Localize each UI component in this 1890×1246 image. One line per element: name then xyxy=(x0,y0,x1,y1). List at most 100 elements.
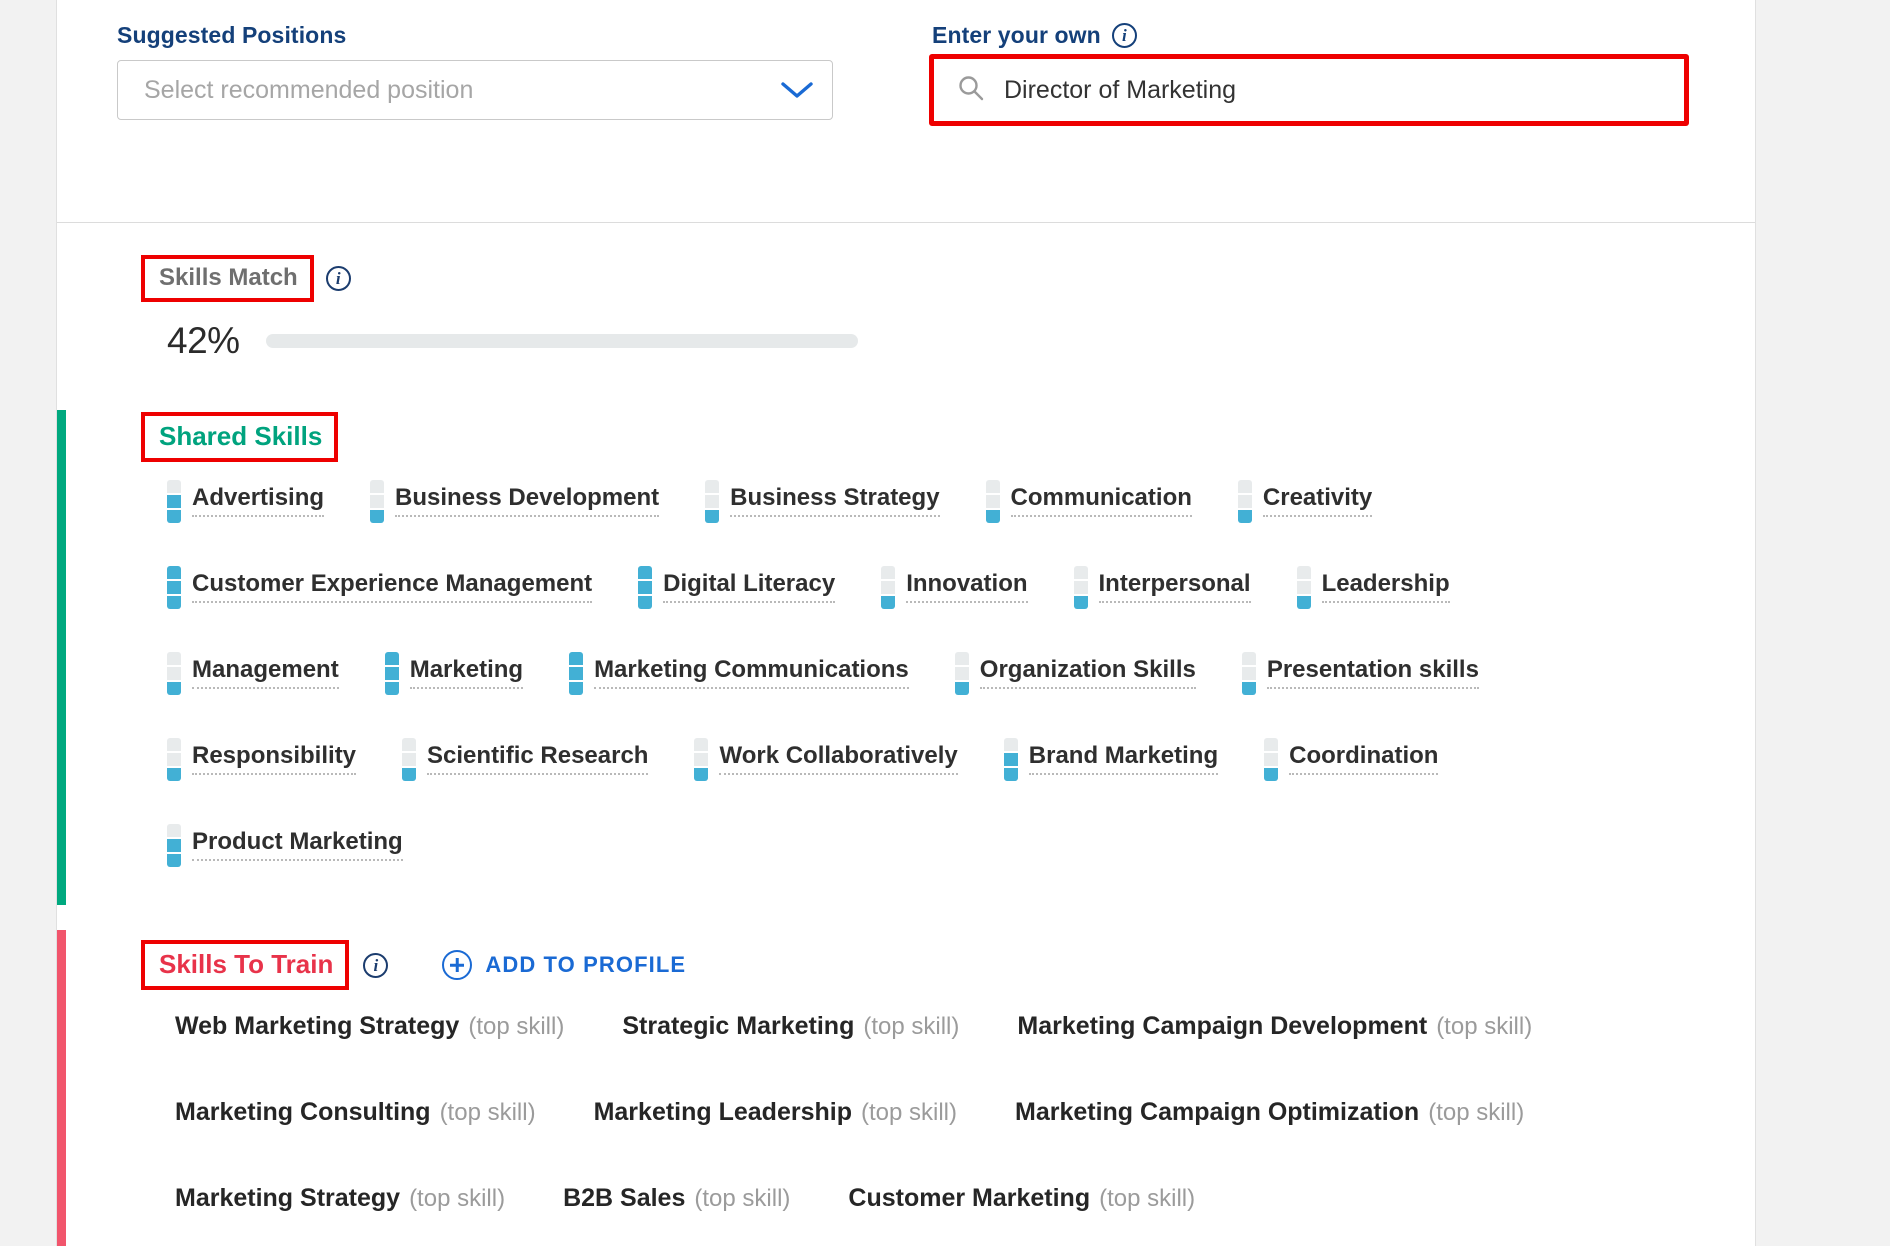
skill-level-segment xyxy=(167,839,181,852)
skill-level-segment xyxy=(638,581,653,594)
skill-to-train-item[interactable]: Marketing Strategy (top skill) xyxy=(175,1184,505,1213)
top-skill-tag: (top skill) xyxy=(1428,1099,1525,1126)
shared-skill-item[interactable]: Coordination xyxy=(1264,736,1439,781)
shared-skill-item[interactable]: Communication xyxy=(985,478,1192,523)
skill-to-train-item[interactable]: Marketing Campaign Development (top skill… xyxy=(1017,1012,1532,1041)
skill-level-segment xyxy=(694,753,709,766)
skill-to-train-item[interactable]: Marketing Campaign Optimization (top skil… xyxy=(1015,1098,1524,1127)
skill-level-segment xyxy=(167,480,181,493)
skill-level-segment xyxy=(384,682,399,695)
top-skill-tag: (top skill) xyxy=(468,1013,565,1040)
skills-match-header: Skills Match i xyxy=(141,255,351,302)
custom-position-input[interactable] xyxy=(1002,74,1666,106)
shared-skill-item[interactable]: Customer Experience Management xyxy=(167,564,593,609)
shared-skill-item[interactable]: Work Collaboratively xyxy=(694,736,958,781)
shared-skill-item[interactable]: Business Strategy xyxy=(705,478,940,523)
skills-match-highlight: Skills Match xyxy=(141,255,314,302)
shared-skill-label: Coordination xyxy=(1289,742,1439,775)
skill-to-train-item[interactable]: Marketing Leadership (top skill) xyxy=(594,1098,957,1127)
skill-level-indicator xyxy=(881,564,896,609)
skill-level-segment xyxy=(384,652,399,665)
skill-level-segment xyxy=(167,682,181,695)
skill-level-indicator xyxy=(1296,564,1311,609)
skill-level-segment xyxy=(167,854,181,867)
skill-level-indicator xyxy=(167,564,181,609)
skill-to-train-item[interactable]: Marketing Consulting (top skill) xyxy=(175,1098,536,1127)
shared-skill-item[interactable]: Creativity xyxy=(1237,478,1373,523)
shared-skill-label: Communication xyxy=(1010,484,1192,517)
skill-level-segment xyxy=(638,566,653,579)
skill-level-segment xyxy=(167,738,181,751)
shared-skills-list: Advertising Business Development Business … xyxy=(167,478,1697,908)
skill-level-segment xyxy=(167,753,181,766)
skill-level-segment xyxy=(1264,768,1279,781)
skill-level-indicator xyxy=(1237,478,1252,523)
shared-skill-label: Customer Experience Management xyxy=(192,570,593,603)
skill-level-segment xyxy=(985,495,1000,508)
skills-to-train-row: Marketing Strategy (top skill) B2B Sales (t… xyxy=(175,1184,1705,1246)
skill-level-segment xyxy=(167,495,181,508)
skill-level-indicator xyxy=(985,478,1000,523)
skill-level-segment xyxy=(569,667,584,680)
skill-level-segment xyxy=(1296,581,1311,594)
skill-level-indicator xyxy=(694,736,709,781)
shared-skill-label: Responsibility xyxy=(192,742,357,775)
shared-skills-row: Advertising Business Development Business … xyxy=(167,478,1697,564)
skill-level-indicator xyxy=(167,822,181,867)
skills-to-train-row: Web Marketing Strategy (top skill) Strateg… xyxy=(175,1012,1705,1098)
search-icon xyxy=(958,75,984,106)
suggested-positions-label: Suggested Positions xyxy=(117,22,347,48)
skill-level-segment xyxy=(881,566,896,579)
skill-level-segment xyxy=(569,652,584,665)
skill-level-segment xyxy=(638,596,653,609)
shared-skill-item[interactable]: Innovation xyxy=(881,564,1028,609)
skills-match-info-icon[interactable]: i xyxy=(325,266,351,291)
add-to-profile-button[interactable]: ADD TO PROFILE xyxy=(442,950,686,980)
skill-level-segment xyxy=(954,682,969,695)
shared-skill-item[interactable]: Interpersonal xyxy=(1073,564,1251,609)
shared-skill-item[interactable]: Responsibility xyxy=(167,736,357,781)
skill-level-segment xyxy=(402,738,417,751)
shared-skill-item[interactable]: Digital Literacy xyxy=(638,564,836,609)
shared-skill-label: Work Collaboratively xyxy=(719,742,958,775)
add-to-profile-label: ADD TO PROFILE xyxy=(485,952,687,977)
shared-skill-item[interactable]: Advertising xyxy=(167,478,325,523)
skills-to-train-row: Marketing Consulting (top skill) Marketing… xyxy=(175,1098,1705,1184)
shared-skill-label: Innovation xyxy=(906,570,1028,603)
skills-to-train-info-icon[interactable]: i xyxy=(363,952,389,978)
shared-skill-item[interactable]: Leadership xyxy=(1296,564,1450,609)
shared-skill-item[interactable]: Management xyxy=(167,650,339,695)
top-skill-tag: (top skill) xyxy=(439,1099,536,1126)
skill-to-train-item[interactable]: Customer Marketing (top skill) xyxy=(848,1184,1195,1213)
skill-level-segment xyxy=(1237,495,1252,508)
suggested-positions-select[interactable]: Select recommended position xyxy=(117,60,833,120)
top-skill-tag: (top skill) xyxy=(860,1099,957,1126)
skill-level-indicator xyxy=(167,736,181,781)
skill-to-train-label: Strategic Marketing xyxy=(622,1012,855,1040)
skill-level-indicator xyxy=(1003,736,1018,781)
shared-skill-item[interactable]: Marketing xyxy=(384,650,524,695)
shared-skill-item[interactable]: Organization Skills xyxy=(954,650,1196,695)
skill-level-segment xyxy=(1073,581,1088,594)
top-skill-tag: (top skill) xyxy=(409,1185,506,1212)
shared-skill-item[interactable]: Brand Marketing xyxy=(1003,736,1219,781)
shared-skill-item[interactable]: Marketing Communications xyxy=(569,650,909,695)
shared-skill-item[interactable]: Business Development xyxy=(370,478,660,523)
skill-level-indicator xyxy=(1073,564,1088,609)
shared-skills-accent-rail xyxy=(57,410,66,905)
skill-level-indicator xyxy=(1241,650,1256,695)
shared-skill-item[interactable]: Product Marketing xyxy=(167,822,403,867)
info-icon[interactable]: i xyxy=(1111,23,1137,48)
skill-to-train-item[interactable]: Strategic Marketing (top skill) xyxy=(622,1012,959,1041)
skill-to-train-item[interactable]: Web Marketing Strategy (top skill) xyxy=(175,1012,564,1041)
skill-level-indicator xyxy=(1264,736,1279,781)
skill-to-train-label: Marketing Strategy xyxy=(175,1184,401,1212)
skill-level-segment xyxy=(402,753,417,766)
skill-to-train-item[interactable]: B2B Sales (top skill) xyxy=(563,1184,790,1213)
shared-skills-header: Shared Skills xyxy=(141,412,339,462)
shared-skill-item[interactable]: Presentation skills xyxy=(1241,650,1479,695)
skill-level-segment xyxy=(384,667,399,680)
shared-skill-item[interactable]: Scientific Research xyxy=(402,736,649,781)
chevron-down-icon xyxy=(780,80,814,100)
shared-skill-label: Interpersonal xyxy=(1098,570,1251,603)
